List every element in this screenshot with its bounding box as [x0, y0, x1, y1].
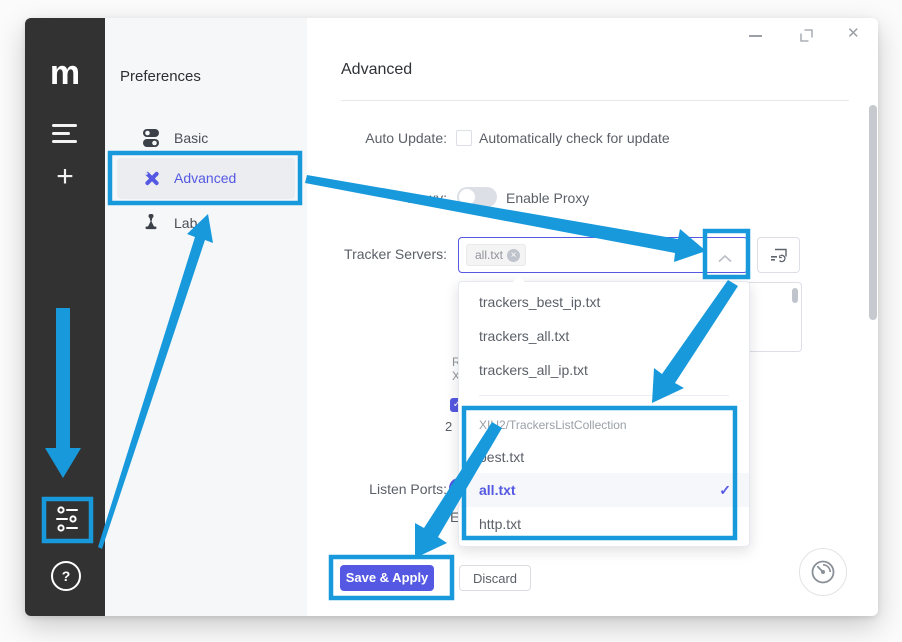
screenshot-root: m + ? Preferences Basic Adv	[0, 0, 902, 642]
tracker-servers-label: Tracker Servers:	[307, 246, 447, 262]
dropdown-item[interactable]: http.txt	[459, 507, 749, 541]
text-fragment: 2	[445, 419, 452, 434]
preferences-title: Preferences	[120, 68, 201, 85]
dropdown-item[interactable]: trackers_all_ip.txt	[459, 353, 749, 387]
title-divider	[341, 100, 849, 101]
auto-update-checkbox[interactable]	[456, 130, 472, 146]
sidebar-item-basic[interactable]: Basic	[117, 119, 295, 157]
proxy-toggle[interactable]	[457, 187, 497, 207]
sidebar-item-label: Advanced	[174, 158, 236, 196]
dropdown-item-label: all.txt	[479, 482, 516, 498]
page-title: Advanced	[341, 61, 412, 79]
auto-update-label: Auto Update:	[307, 130, 447, 146]
dropdown-group-label: XIU2/TrackersListCollection	[479, 418, 627, 432]
restore-icon[interactable]	[800, 29, 813, 47]
preferences-sliders-icon[interactable]	[54, 505, 80, 538]
help-icon[interactable]: ?	[51, 561, 81, 591]
dropdown-item[interactable]: trackers_best_ip.txt	[459, 285, 749, 319]
textarea-scrollbar[interactable]	[792, 288, 798, 303]
proxy-label: Proxy:	[307, 190, 447, 206]
proxy-toggle-label: Enable Proxy	[506, 190, 589, 206]
main-scrollbar[interactable]	[869, 105, 877, 320]
dropdown-divider	[479, 395, 729, 396]
lab-stamp-icon	[143, 214, 159, 237]
discard-button[interactable]: Discard	[459, 565, 531, 591]
tracker-tag: all.txt ×	[466, 244, 526, 266]
dropdown-item[interactable]: trackers_all.txt	[459, 319, 749, 353]
sidebar-item-advanced[interactable]: Advanced	[117, 158, 295, 199]
close-icon[interactable]: ✕	[847, 26, 860, 41]
sidebar-item-label: Lab	[174, 204, 197, 242]
speed-gauge-button[interactable]	[799, 548, 847, 596]
dropdown-notch	[513, 276, 525, 282]
minimize-icon[interactable]	[749, 35, 762, 37]
add-task-icon[interactable]: +	[25, 162, 105, 192]
tracker-dropdown: trackers_best_ip.txt trackers_all.txt tr…	[458, 281, 750, 547]
sync-trackers-button[interactable]	[757, 237, 800, 273]
wrench-icon	[143, 170, 161, 193]
auto-update-checkbox-label: Automatically check for update	[479, 130, 670, 146]
dropdown-item[interactable]: best.txt	[459, 440, 749, 474]
save-apply-button[interactable]: Save & Apply	[340, 565, 434, 591]
check-icon: ✓	[719, 473, 731, 507]
preferences-panel	[105, 18, 307, 616]
dropdown-item-selected[interactable]: all.txt ✓	[459, 473, 749, 507]
tracker-tag-label: all.txt	[475, 245, 503, 265]
switches-icon	[143, 129, 160, 153]
sidebar-item-lab[interactable]: Lab	[117, 204, 295, 242]
chevron-up-icon[interactable]	[718, 250, 732, 268]
sidebar-item-label: Basic	[174, 119, 208, 157]
motrix-logo-icon: m	[25, 56, 105, 90]
tag-close-icon[interactable]: ×	[507, 249, 520, 262]
listen-ports-label: Listen Ports:	[307, 481, 447, 497]
